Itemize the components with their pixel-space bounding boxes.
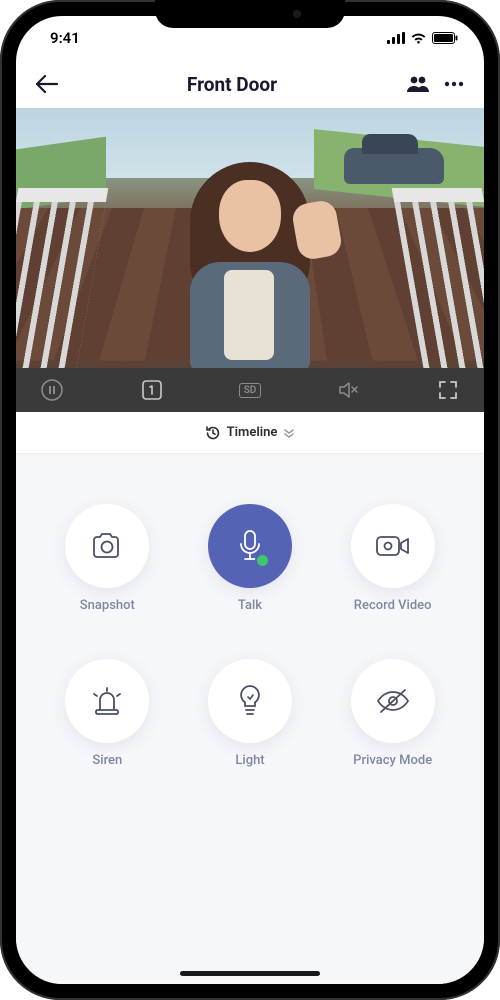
battery-icon	[432, 32, 458, 44]
nav-bar: Front Door	[16, 60, 484, 108]
cellular-icon	[387, 32, 405, 44]
camera-icon	[90, 532, 124, 560]
light-label: Light	[235, 753, 264, 768]
talk-button[interactable]: Talk	[179, 504, 322, 613]
screen: 9:41 Front Door	[16, 16, 484, 984]
timeline-label: Timeline	[227, 425, 278, 440]
phone-frame: 9:41 Front Door	[0, 0, 500, 1000]
snapshot-label: Snapshot	[80, 598, 135, 613]
mute-button[interactable]	[334, 379, 362, 401]
quality-button[interactable]: SD	[239, 383, 262, 398]
back-button[interactable]	[36, 75, 58, 93]
status-time: 9:41	[50, 29, 80, 47]
more-button[interactable]	[444, 81, 464, 87]
fullscreen-button[interactable]	[434, 380, 462, 400]
share-users-button[interactable]	[406, 75, 430, 93]
chevron-down-icon	[283, 428, 295, 438]
single-view-button[interactable]	[138, 379, 166, 401]
eye-off-icon	[376, 688, 410, 714]
snapshot-button[interactable]: Snapshot	[36, 504, 179, 613]
record-video-button[interactable]: Record Video	[321, 504, 464, 613]
talk-label: Talk	[238, 598, 262, 613]
lightbulb-icon	[237, 684, 263, 718]
wifi-icon	[410, 32, 427, 44]
video-camera-icon	[375, 534, 411, 558]
siren-label: Siren	[92, 753, 122, 768]
privacy-mode-label: Privacy Mode	[353, 753, 432, 768]
privacy-mode-button[interactable]: Privacy Mode	[321, 659, 464, 768]
actions-panel: Snapshot Talk Record Video	[16, 454, 484, 984]
history-icon	[205, 425, 221, 441]
page-title: Front Door	[187, 73, 277, 96]
home-indicator[interactable]	[180, 971, 320, 976]
timeline-toggle[interactable]: Timeline	[16, 412, 484, 454]
pause-button[interactable]	[38, 379, 66, 401]
device-notch	[155, 0, 345, 28]
siren-icon	[90, 686, 124, 716]
light-button[interactable]: Light	[179, 659, 322, 768]
live-video-feed[interactable]	[16, 108, 484, 368]
record-video-label: Record Video	[354, 598, 432, 613]
video-control-bar: SD	[16, 368, 484, 412]
microphone-icon	[237, 529, 263, 563]
siren-button[interactable]: Siren	[36, 659, 179, 768]
